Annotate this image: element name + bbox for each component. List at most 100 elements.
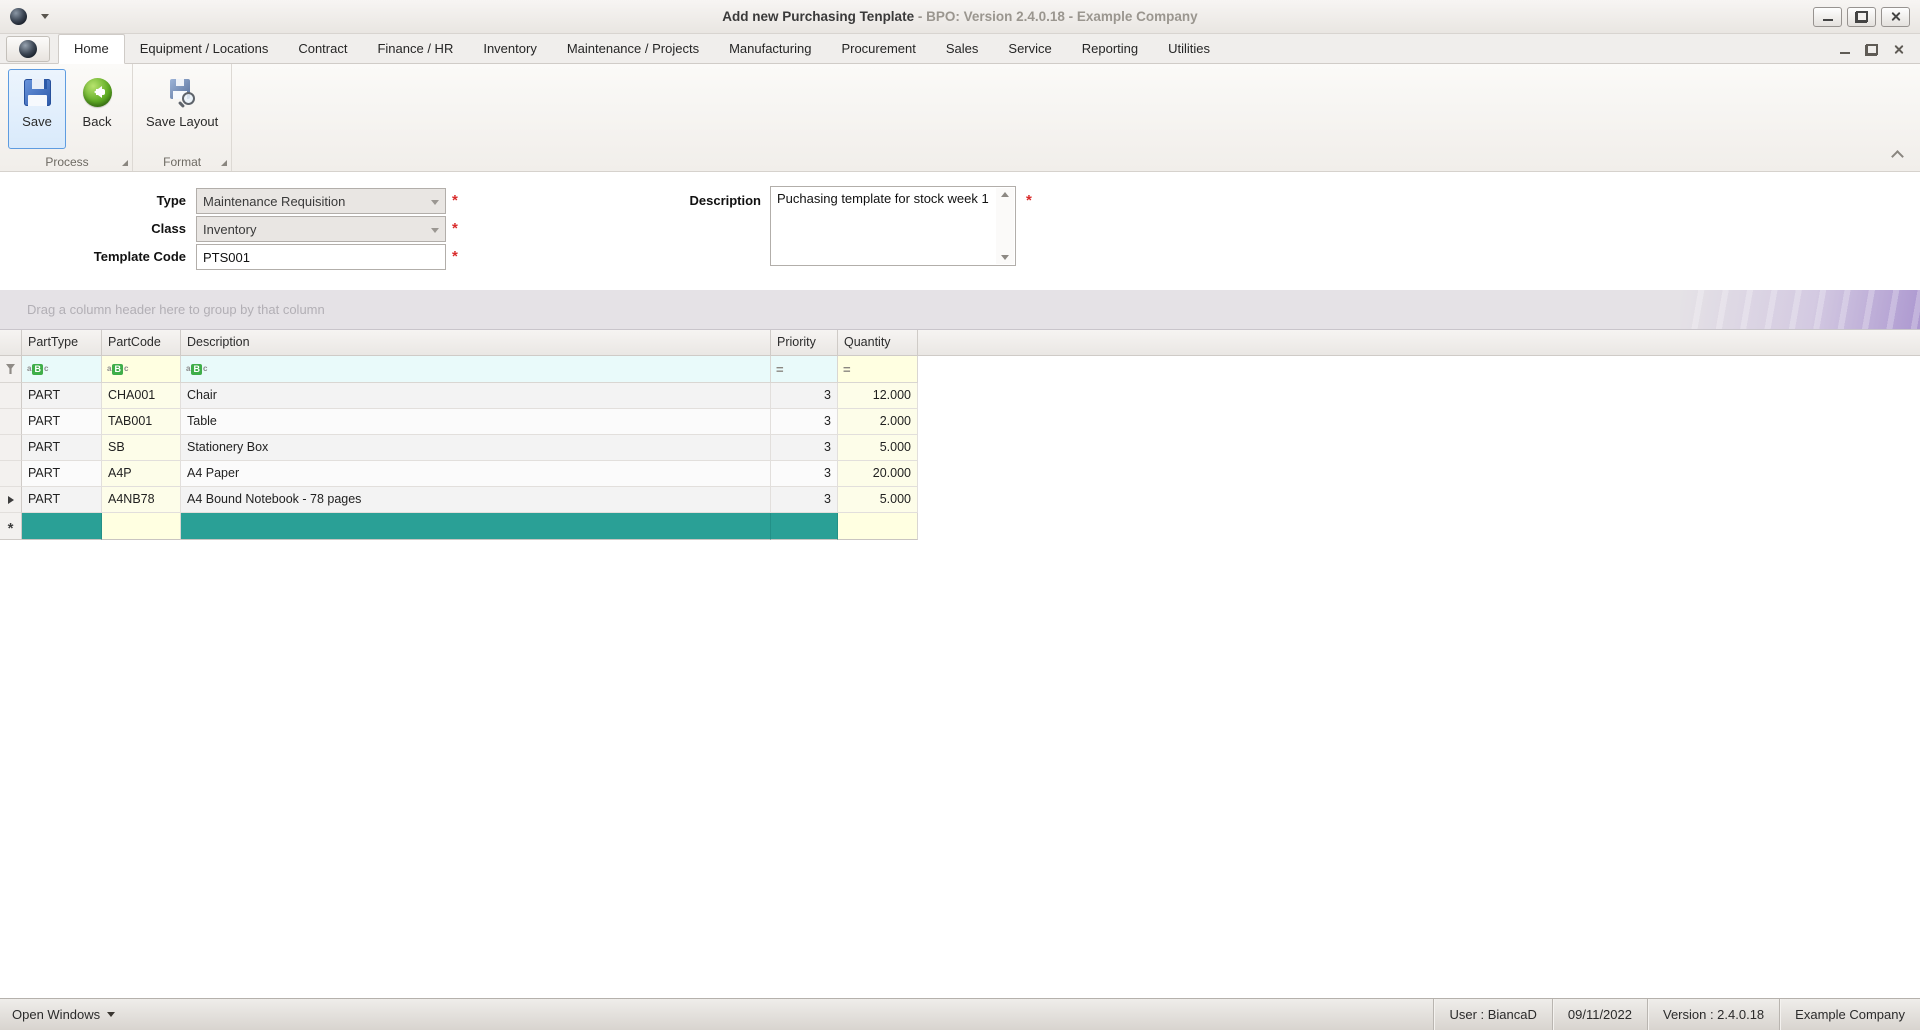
text-filter-icon: aBc: [186, 363, 208, 375]
tab-reporting[interactable]: Reporting: [1067, 35, 1153, 63]
cell-parttype[interactable]: PART: [22, 461, 102, 487]
new-cell-partcode[interactable]: [102, 513, 181, 540]
cell-parttype[interactable]: PART: [22, 383, 102, 409]
column-header-quantity[interactable]: Quantity: [838, 330, 918, 356]
cell-partcode[interactable]: CHA001: [102, 383, 181, 409]
status-company: Example Company: [1779, 999, 1920, 1030]
cell-description[interactable]: Stationery Box: [181, 435, 771, 461]
cell-parttype[interactable]: PART: [22, 409, 102, 435]
restore-button[interactable]: [1847, 6, 1876, 27]
tab-inventory[interactable]: Inventory: [468, 35, 551, 63]
cell-partcode[interactable]: TAB001: [102, 409, 181, 435]
cell-priority[interactable]: 3: [771, 409, 838, 435]
application-menu-button[interactable]: [6, 36, 50, 62]
row-indicator: [0, 435, 22, 461]
new-cell-description[interactable]: [181, 513, 771, 540]
app-icon[interactable]: [10, 8, 27, 25]
filter-cell-quantity[interactable]: =: [838, 356, 918, 383]
tab-sales[interactable]: Sales: [931, 35, 994, 63]
ribbon-group-format: Save Layout Format: [133, 64, 233, 171]
description-required-marker: *: [1026, 192, 1032, 209]
scroll-up-icon[interactable]: [1001, 192, 1009, 197]
type-label: Type: [156, 193, 186, 208]
new-cell-priority[interactable]: [771, 513, 838, 540]
filter-cell-priority[interactable]: =: [771, 356, 838, 383]
ribbon-tab-row: Home Equipment / Locations Contract Fina…: [0, 34, 1920, 64]
ribbon: Save Back Process Save Layout Format: [0, 64, 1920, 172]
open-windows-button[interactable]: Open Windows: [12, 1007, 116, 1022]
cell-quantity[interactable]: 2.000: [838, 409, 918, 435]
cell-description[interactable]: Table: [181, 409, 771, 435]
current-row-arrow-icon: [7, 495, 14, 504]
filter-cell-partcode[interactable]: aBc: [102, 356, 181, 383]
cell-priority[interactable]: 3: [771, 435, 838, 461]
tab-finance-hr[interactable]: Finance / HR: [362, 35, 468, 63]
cell-partcode[interactable]: SB: [102, 435, 181, 461]
description-label: Description: [689, 193, 761, 208]
column-header-priority[interactable]: Priority: [771, 330, 838, 356]
new-cell-quantity[interactable]: [838, 513, 918, 540]
template-code-label: Template Code: [93, 249, 186, 264]
cell-priority[interactable]: 3: [771, 487, 838, 513]
save-layout-button[interactable]: Save Layout: [139, 69, 225, 149]
column-header-partcode[interactable]: PartCode: [102, 330, 181, 356]
column-header-description[interactable]: Description: [181, 330, 771, 356]
cell-quantity[interactable]: 5.000: [838, 435, 918, 461]
equals-filter-icon: =: [843, 361, 851, 377]
type-combobox[interactable]: Maintenance Requisition: [196, 188, 446, 214]
chevron-down-icon: [431, 228, 439, 233]
row-indicator-current: [0, 487, 22, 513]
window-controls: [1813, 6, 1920, 27]
cell-description[interactable]: A4 Paper: [181, 461, 771, 487]
save-button[interactable]: Save: [8, 69, 66, 149]
cell-description[interactable]: A4 Bound Notebook - 78 pages: [181, 487, 771, 513]
ribbon-group-process: Save Back Process: [2, 64, 133, 171]
ribbon-group-process-label: Process: [2, 152, 132, 171]
cell-partcode[interactable]: A4P: [102, 461, 181, 487]
text-filter-icon: aBc: [27, 363, 49, 375]
cell-partcode[interactable]: A4NB78: [102, 487, 181, 513]
group-by-panel[interactable]: Drag a column header here to group by th…: [0, 290, 1920, 330]
format-dialog-launcher-icon[interactable]: [221, 160, 228, 166]
restore-icon: [1855, 10, 1868, 23]
cell-quantity[interactable]: 5.000: [838, 487, 918, 513]
tab-utilities[interactable]: Utilities: [1153, 35, 1225, 63]
close-button[interactable]: [1881, 6, 1910, 27]
filter-cell-description[interactable]: aBc: [181, 356, 771, 383]
description-textarea[interactable]: Puchasing template for stock week 1: [770, 186, 1016, 266]
cell-parttype[interactable]: PART: [22, 435, 102, 461]
description-scrollbar[interactable]: [996, 188, 1014, 264]
mdi-minimize-icon[interactable]: [1840, 46, 1850, 54]
tab-service[interactable]: Service: [993, 35, 1066, 63]
mdi-restore-icon[interactable]: [1865, 43, 1878, 56]
minimize-button[interactable]: [1813, 6, 1842, 27]
cell-description[interactable]: Chair: [181, 383, 771, 409]
class-required-marker: *: [452, 220, 458, 237]
back-button[interactable]: Back: [68, 69, 126, 149]
new-cell-parttype[interactable]: [22, 513, 102, 540]
template-code-input[interactable]: PTS001: [196, 244, 446, 270]
class-combobox[interactable]: Inventory: [196, 216, 446, 242]
cell-priority[interactable]: 3: [771, 383, 838, 409]
scroll-down-icon[interactable]: [1001, 255, 1009, 260]
tab-procurement[interactable]: Procurement: [826, 35, 930, 63]
process-dialog-launcher-icon[interactable]: [122, 160, 128, 166]
tab-contract[interactable]: Contract: [283, 35, 362, 63]
tab-maintenance-projects[interactable]: Maintenance / Projects: [552, 35, 714, 63]
status-info: User : BiancaD 09/11/2022 Version : 2.4.…: [1433, 999, 1920, 1030]
mdi-close-icon[interactable]: [1893, 44, 1904, 55]
filter-cell-parttype[interactable]: aBc: [22, 356, 102, 383]
collapse-ribbon-icon[interactable]: [1891, 150, 1904, 163]
status-bar: Open Windows User : BiancaD 09/11/2022 V…: [0, 998, 1920, 1030]
cell-quantity[interactable]: 20.000: [838, 461, 918, 487]
column-header-parttype[interactable]: PartType: [22, 330, 102, 356]
cell-priority[interactable]: 3: [771, 461, 838, 487]
window-title-secondary: - BPO: Version 2.4.0.18 - Example Compan…: [914, 9, 1198, 24]
row-indicator: [0, 409, 22, 435]
quick-access-dropdown-icon[interactable]: [41, 14, 49, 19]
tab-home[interactable]: Home: [58, 34, 125, 64]
cell-quantity[interactable]: 12.000: [838, 383, 918, 409]
cell-parttype[interactable]: PART: [22, 487, 102, 513]
tab-equipment-locations[interactable]: Equipment / Locations: [125, 35, 284, 63]
tab-manufacturing[interactable]: Manufacturing: [714, 35, 826, 63]
